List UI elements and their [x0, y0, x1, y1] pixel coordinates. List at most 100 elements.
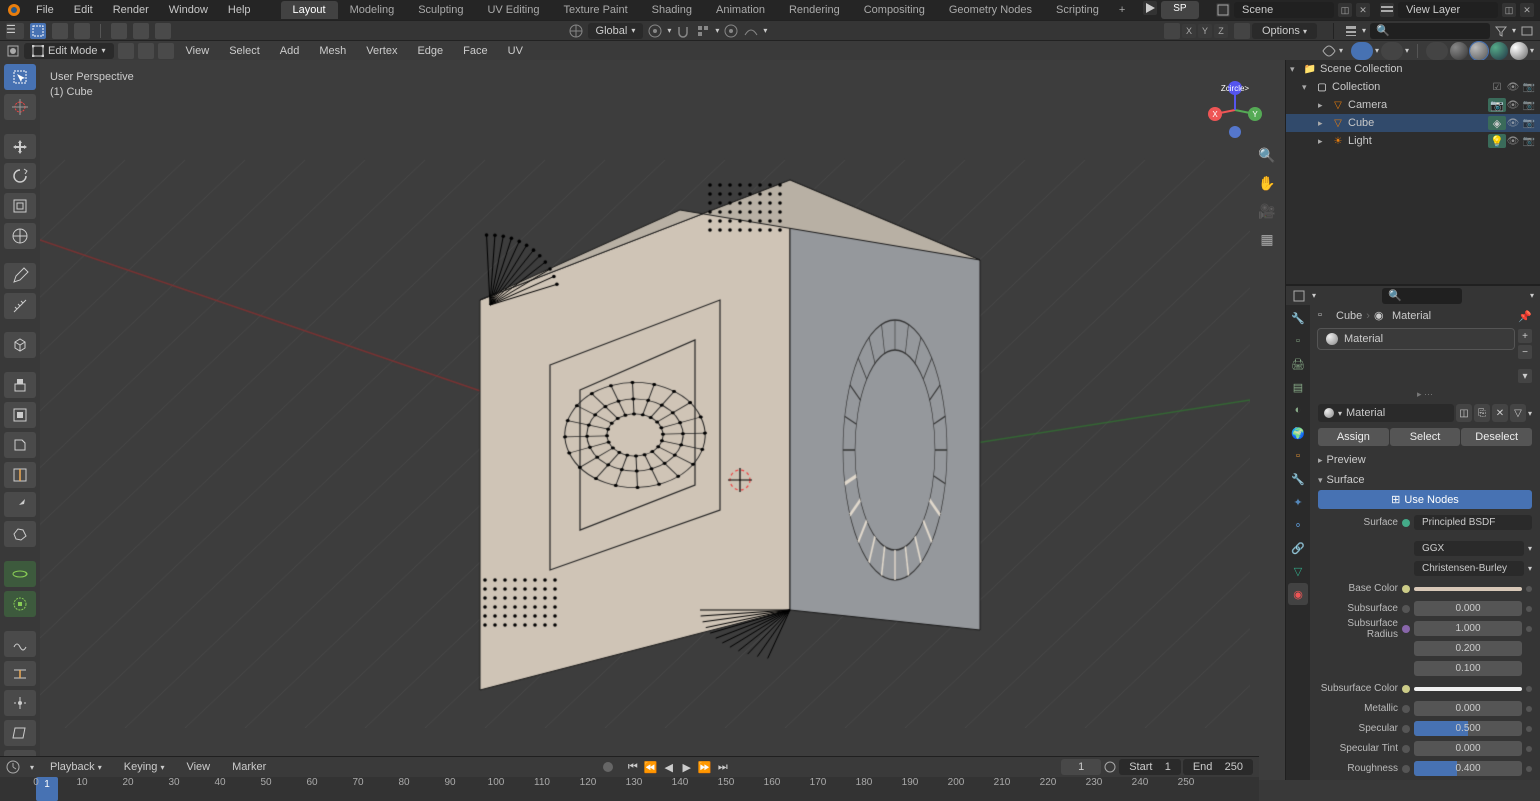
menu-help[interactable]: Help [218, 1, 261, 19]
tool-edgeslide[interactable] [4, 661, 36, 687]
menu-window[interactable]: Window [159, 1, 218, 19]
add-workspace-button[interactable]: + [1111, 1, 1133, 19]
proptab-viewlayer[interactable]: ▤ [1288, 376, 1308, 398]
zoom-icon[interactable]: 🔍 [1257, 145, 1277, 165]
tool-move[interactable] [4, 134, 36, 160]
zmirror-toggle[interactable]: Z [1214, 24, 1228, 38]
outliner[interactable]: ▾ 📁 Scene Collection ▾ ▢ Collection ☑👁📷 … [1286, 60, 1540, 285]
select-circle-icon[interactable] [52, 23, 68, 39]
tool-shrinkfatten[interactable] [4, 690, 36, 716]
end-frame-field[interactable]: End 250 [1183, 759, 1253, 775]
visibility-toggle[interactable]: 👁 [1506, 98, 1520, 112]
tool-polybuild[interactable] [4, 521, 36, 547]
preview-range-icon[interactable] [1103, 760, 1117, 774]
tool-spin[interactable] [4, 561, 36, 587]
properties-search-input[interactable] [1382, 288, 1462, 304]
proptab-tool[interactable]: 🔧 [1288, 307, 1308, 329]
edge-select-mode[interactable] [138, 43, 154, 59]
tool-bevel[interactable] [4, 432, 36, 458]
mode-dropdown[interactable]: Edit Mode ▾ [24, 43, 114, 59]
tool-addcube[interactable] [4, 332, 36, 358]
visibility-toggle[interactable]: 👁 [1506, 80, 1520, 94]
proptab-material[interactable]: ◉ [1288, 583, 1308, 605]
material-slot[interactable]: Material [1318, 329, 1514, 349]
matprev-shading[interactable] [1490, 42, 1508, 60]
scene-icon[interactable] [1216, 3, 1230, 17]
workspace-tab-layout[interactable]: Layout [281, 1, 338, 19]
jump-next-key-button[interactable]: ⏩ [697, 759, 713, 775]
proptab-world[interactable]: 🌍 [1288, 422, 1308, 444]
current-frame-field[interactable]: 1 [1061, 759, 1101, 775]
preview-panel-header[interactable]: ▸ Preview [1318, 450, 1532, 470]
material-name-field[interactable]: ▾ Material [1318, 404, 1454, 422]
orientation-icon[interactable] [568, 23, 584, 39]
nav-gizmo[interactable]: X Y Zcircle> [1205, 80, 1265, 140]
workspace-tab-modeling[interactable]: Modeling [338, 1, 407, 19]
specular-field[interactable]: 0.500 [1414, 721, 1522, 736]
play-reverse-button[interactable]: ◀ [661, 759, 677, 775]
outliner-item-light[interactable]: ▸ ☀ Light 💡 👁📷 [1286, 132, 1540, 150]
select-mode-3-icon[interactable] [155, 23, 171, 39]
options-dropdown[interactable]: Options ▾ [1252, 23, 1317, 39]
pin-icon[interactable]: 📌 [1518, 310, 1532, 323]
jump-prev-key-button[interactable]: ⏪ [643, 759, 659, 775]
outliner-search-input[interactable] [1370, 23, 1490, 39]
xray-toggle[interactable] [1426, 42, 1448, 60]
play-icon[interactable] [1143, 1, 1157, 15]
persp-ortho-icon[interactable]: ▦ [1257, 229, 1277, 249]
workspace-tab-compositing[interactable]: Compositing [852, 1, 937, 19]
timeline-playhead[interactable]: 1 [36, 777, 58, 801]
editor-type-icon[interactable] [6, 44, 20, 58]
outliner-editor-icon[interactable] [1344, 24, 1358, 38]
select-button[interactable]: Select [1390, 428, 1461, 446]
edge-menu[interactable]: Edge [409, 43, 451, 59]
outliner-collection[interactable]: ▾ ▢ Collection ☑👁📷 [1286, 78, 1540, 96]
tool-cursor[interactable] [4, 94, 36, 120]
jump-first-button[interactable]: ⏮ [625, 759, 641, 775]
proportional-edit-icon[interactable] [723, 23, 739, 39]
3d-viewport[interactable]: User Perspective (1) Cube X Y Zcircle> 🔍… [40, 60, 1285, 780]
outliner-scene-collection[interactable]: ▾ 📁 Scene Collection [1286, 60, 1540, 78]
mesh-display-icon[interactable] [1164, 23, 1180, 39]
vertex-menu[interactable]: Vertex [358, 43, 405, 59]
uv-menu[interactable]: UV [500, 43, 531, 59]
subsurf-method-dropdown[interactable]: Christensen-Burley [1414, 561, 1524, 576]
workspace-tab-geonodes[interactable]: Geometry Nodes [937, 1, 1044, 19]
render-toggle[interactable]: 📷 [1522, 134, 1536, 148]
keying-menu[interactable]: Keying ▾ [118, 759, 171, 775]
view-menu[interactable]: View [178, 43, 218, 59]
proptab-data[interactable]: ▽ [1288, 560, 1308, 582]
proptab-physics[interactable]: ⚬ [1288, 514, 1308, 536]
workspace-tab-scripting[interactable]: Scripting [1044, 1, 1111, 19]
deselect-button[interactable]: Deselect [1461, 428, 1532, 446]
timeline-editor-icon[interactable] [6, 760, 20, 774]
tool-spinduplicate[interactable] [4, 591, 36, 617]
overlay-toggle[interactable] [1381, 42, 1403, 60]
scene-delete-button[interactable]: ✕ [1356, 3, 1370, 17]
outliner-item-camera[interactable]: ▸ ▽ Camera 📷 👁📷 [1286, 96, 1540, 114]
workspace-tab-shading[interactable]: Shading [640, 1, 704, 19]
select-box-icon[interactable] [30, 23, 46, 39]
tool-measure[interactable] [4, 293, 36, 319]
subsurface-field[interactable]: 0.000 [1414, 601, 1522, 616]
outliner-new-collection-icon[interactable] [1520, 24, 1534, 38]
render-toggle[interactable]: 📷 [1522, 98, 1536, 112]
viewlayer-name-input[interactable] [1398, 2, 1498, 18]
scene-new-button[interactable]: ◫ [1338, 3, 1352, 17]
gizmo-toggle[interactable] [1351, 42, 1373, 60]
outliner-item-cube[interactable]: ▸ ▽ Cube ◈ 👁📷 [1286, 114, 1540, 132]
tool-annotate[interactable] [4, 263, 36, 289]
transform-orientation-dropdown[interactable]: Global ▾ [588, 23, 644, 39]
subsurface-radius-x[interactable]: 1.000 [1414, 621, 1522, 636]
render-toggle[interactable]: 📷 [1522, 80, 1536, 94]
timeline-ruler[interactable]: 1 01020304050607080901001101201301401501… [0, 777, 1259, 801]
rendered-shading[interactable] [1510, 42, 1528, 60]
mesh-menu[interactable]: Mesh [311, 43, 354, 59]
exclude-toggle[interactable]: ☑ [1490, 80, 1504, 94]
sp-label[interactable]: SP [1161, 1, 1198, 19]
autokey-toggle[interactable] [603, 762, 613, 772]
roughness-field[interactable]: 0.400 [1414, 761, 1522, 776]
select-lasso-icon[interactable] [74, 23, 90, 39]
add-menu[interactable]: Add [272, 43, 308, 59]
select-menu[interactable]: Select [221, 43, 268, 59]
